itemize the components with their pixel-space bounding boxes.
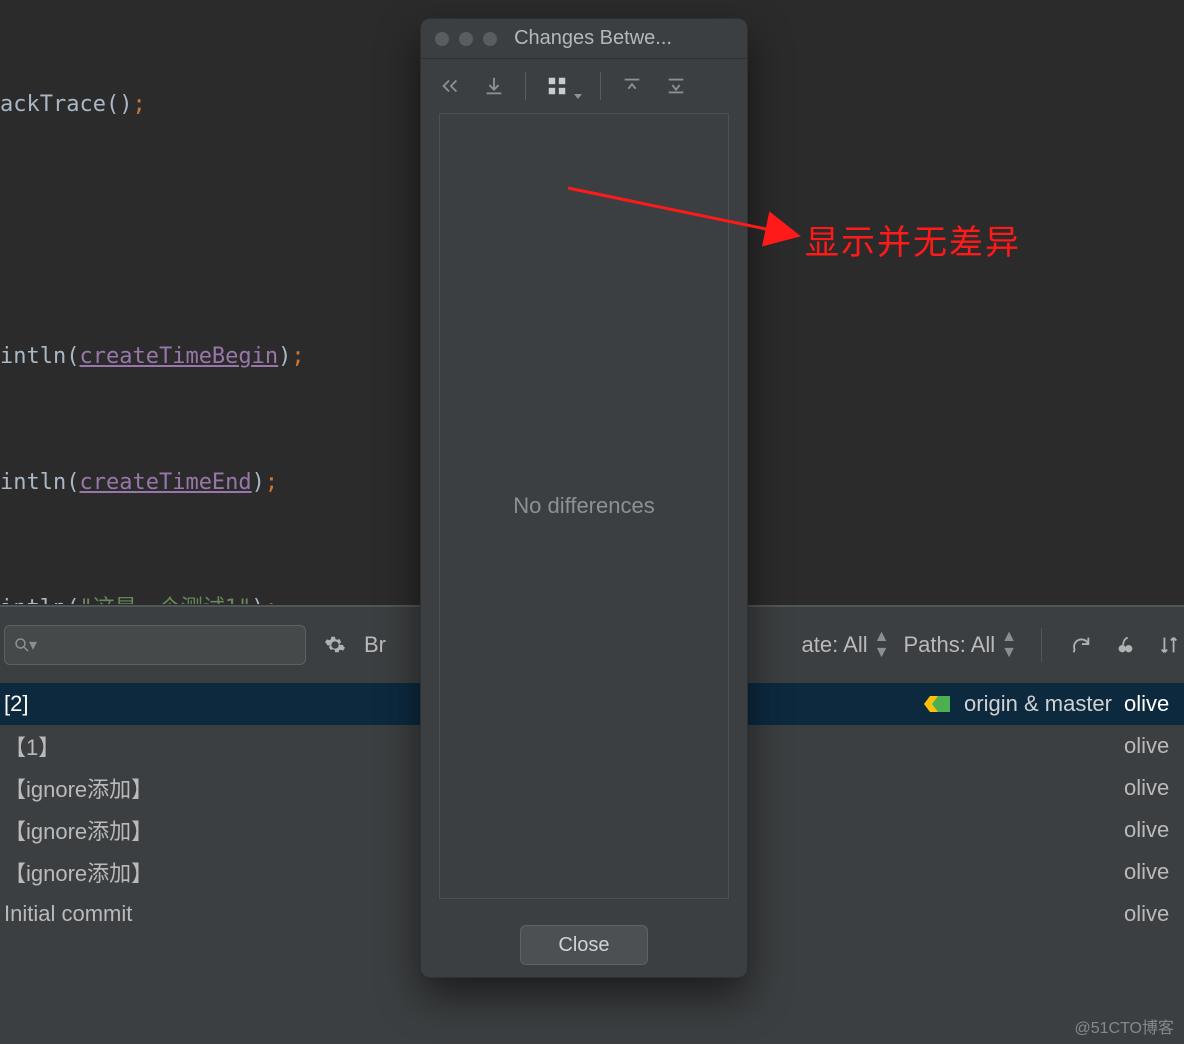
paths-filter[interactable]: Paths: All ▲▼ [903, 629, 1017, 661]
branch-tag-icon [924, 694, 954, 714]
commit-message: [2] [4, 691, 28, 717]
search-field[interactable] [37, 636, 297, 654]
dialog-title: Changes Betwe... [453, 27, 733, 50]
code-paren: ( [66, 470, 79, 495]
code-paren: ) [252, 470, 265, 495]
code-paren: ) [278, 344, 291, 369]
dropdown-caret-icon[interactable] [574, 94, 582, 99]
sort-icon: ▲▼ [1001, 629, 1017, 661]
collapse-top-icon[interactable] [619, 73, 645, 99]
prev-diff-icon[interactable] [437, 73, 463, 99]
refresh-icon[interactable] [1066, 630, 1096, 660]
watermark: @51CTO博客 [1074, 1014, 1174, 1038]
code-text: () [106, 92, 133, 117]
diff-content-area: No differences [439, 113, 729, 899]
code-text: intln [0, 470, 66, 495]
gear-icon[interactable] [320, 630, 350, 660]
cherry-pick-icon[interactable] [1110, 630, 1140, 660]
toolbar-divider [1041, 628, 1042, 662]
commit-author: olive [1124, 691, 1184, 717]
date-filter-label: ate: All [802, 632, 868, 658]
close-window-icon[interactable] [435, 32, 449, 46]
commit-message: 【ignore添加】 [4, 814, 153, 846]
close-button[interactable]: Close [520, 925, 648, 965]
toolbar-divider [525, 72, 526, 100]
branch-label: origin & master [964, 691, 1112, 717]
log-search-input[interactable]: ▾ [4, 625, 306, 665]
code-paren: ( [66, 344, 79, 369]
commit-author: olive [1124, 775, 1184, 801]
commit-author: olive [1124, 901, 1184, 927]
code-text: intln [0, 344, 66, 369]
collapse-bottom-icon[interactable] [663, 73, 689, 99]
commit-author: olive [1124, 859, 1184, 885]
download-icon[interactable] [481, 73, 507, 99]
code-semi: ; [265, 470, 278, 495]
no-differences-label: No differences [513, 493, 654, 519]
toolbar-divider [600, 72, 601, 100]
code-text: ackTrace [0, 92, 106, 117]
paths-filter-label: Paths: All [903, 632, 995, 658]
grid-view-icon[interactable] [544, 73, 570, 99]
commit-author: olive [1124, 733, 1184, 759]
dialog-footer: Close [421, 913, 747, 977]
commit-author: olive [1124, 817, 1184, 843]
code-text: ; [132, 92, 145, 117]
sort-icon: ▲▼ [874, 629, 890, 661]
search-icon [13, 636, 31, 654]
date-filter[interactable]: ate: All ▲▼ [802, 629, 890, 661]
dialog-titlebar[interactable]: Changes Betwe... [421, 19, 747, 59]
changes-dialog: Changes Betwe... No di [420, 18, 748, 978]
commit-message: 【1】 [4, 730, 60, 762]
commit-message: 【ignore添加】 [4, 772, 153, 804]
commit-message: Initial commit [4, 901, 132, 927]
annotation-text: 显示并无差异 [805, 215, 1021, 264]
intellisort-icon[interactable] [1154, 630, 1184, 660]
commit-message: 【ignore添加】 [4, 856, 153, 888]
code-variable: createTimeBegin [79, 344, 278, 369]
code-variable: createTimeEnd [79, 470, 251, 495]
code-semi: ; [291, 344, 304, 369]
branch-filter[interactable]: Br [364, 632, 386, 658]
dialog-toolbar [421, 59, 747, 113]
